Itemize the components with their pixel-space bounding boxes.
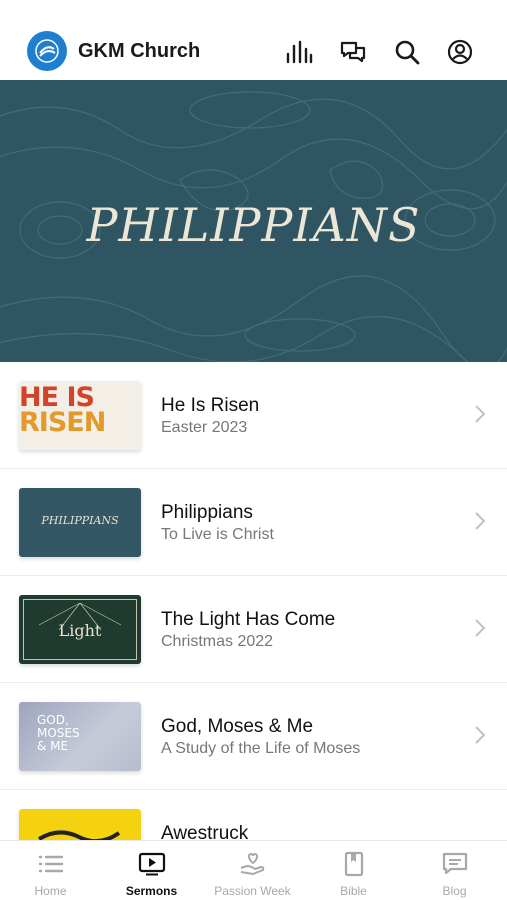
thumb-text: Light — [58, 621, 102, 640]
thumb-text: PHILIPPIANS — [41, 514, 119, 527]
thumb-text: & ME — [37, 739, 69, 753]
tab-label: Sermons — [125, 884, 178, 898]
series-title: The Light Has Come — [161, 609, 336, 630]
series-title: God, Moses & Me — [161, 716, 314, 737]
live-audio-icon[interactable] — [285, 38, 313, 66]
series-subtitle: Christmas 2022 — [161, 633, 274, 650]
chat-icon[interactable] — [339, 38, 367, 66]
series-title: Philippians — [161, 502, 253, 523]
series-thumbnail: GOD, MOSES & ME — [19, 702, 141, 771]
chevron-right-icon — [475, 619, 486, 637]
series-subtitle: To Live is Christ — [161, 526, 274, 543]
series-row-philippians[interactable]: PHILIPPIANS Philippians To Live is Chris… — [0, 469, 507, 576]
church-logo-icon[interactable] — [27, 31, 67, 71]
tab-home[interactable]: Home — [0, 841, 101, 900]
series-thumbnail: Light — [19, 595, 141, 664]
chevron-right-icon — [475, 726, 486, 744]
tab-label: Blog — [442, 884, 467, 898]
app-header: GKM Church — [0, 0, 507, 80]
tab-blog[interactable]: Blog — [404, 841, 505, 900]
tab-label: Home — [34, 884, 67, 898]
awestruck-artwork-icon — [37, 830, 121, 840]
series-subtitle: Easter 2023 — [161, 419, 248, 436]
heart-hand-icon — [239, 851, 267, 877]
series-thumbnail: HE IS RISEN — [19, 381, 141, 450]
featured-series-banner[interactable]: PHILIPPIANS — [0, 80, 507, 362]
search-icon[interactable] — [393, 38, 421, 66]
series-title: He Is Risen — [161, 395, 260, 416]
series-row-awestruck[interactable]: Awestruck — [0, 790, 507, 840]
series-thumbnail: PHILIPPIANS — [19, 488, 141, 557]
tab-passion-week[interactable]: Passion Week — [202, 841, 303, 900]
video-play-icon — [138, 851, 166, 877]
tab-sermons[interactable]: Sermons — [101, 841, 202, 900]
series-subtitle: A Study of the Life of Moses — [161, 740, 361, 757]
thumb-text: RISEN — [19, 407, 106, 438]
tab-bible[interactable]: Bible — [303, 841, 404, 900]
bottom-tab-bar: Home Sermons Passion Week Bible Blog — [0, 840, 507, 900]
hero-title: PHILIPPIANS — [86, 198, 421, 252]
series-row-the-light-has-come[interactable]: Light The Light Has Come Christmas 2022 — [0, 576, 507, 683]
sermon-series-list: HE IS RISEN He Is Risen Easter 2023 PHIL… — [0, 362, 507, 840]
message-icon — [441, 851, 469, 877]
tab-label: Bible — [340, 884, 367, 898]
series-row-god-moses-me[interactable]: GOD, MOSES & ME God, Moses & Me A Study … — [0, 683, 507, 790]
series-thumbnail — [19, 809, 141, 840]
series-row-he-is-risen[interactable]: HE IS RISEN He Is Risen Easter 2023 — [0, 362, 507, 469]
tab-label: Passion Week — [214, 884, 291, 898]
book-icon — [340, 851, 368, 877]
chevron-right-icon — [475, 405, 486, 423]
app-title: GKM Church — [78, 40, 201, 62]
series-title: Awestruck — [161, 823, 249, 840]
list-icon — [37, 851, 65, 877]
profile-icon[interactable] — [446, 38, 474, 66]
chevron-right-icon — [475, 512, 486, 530]
